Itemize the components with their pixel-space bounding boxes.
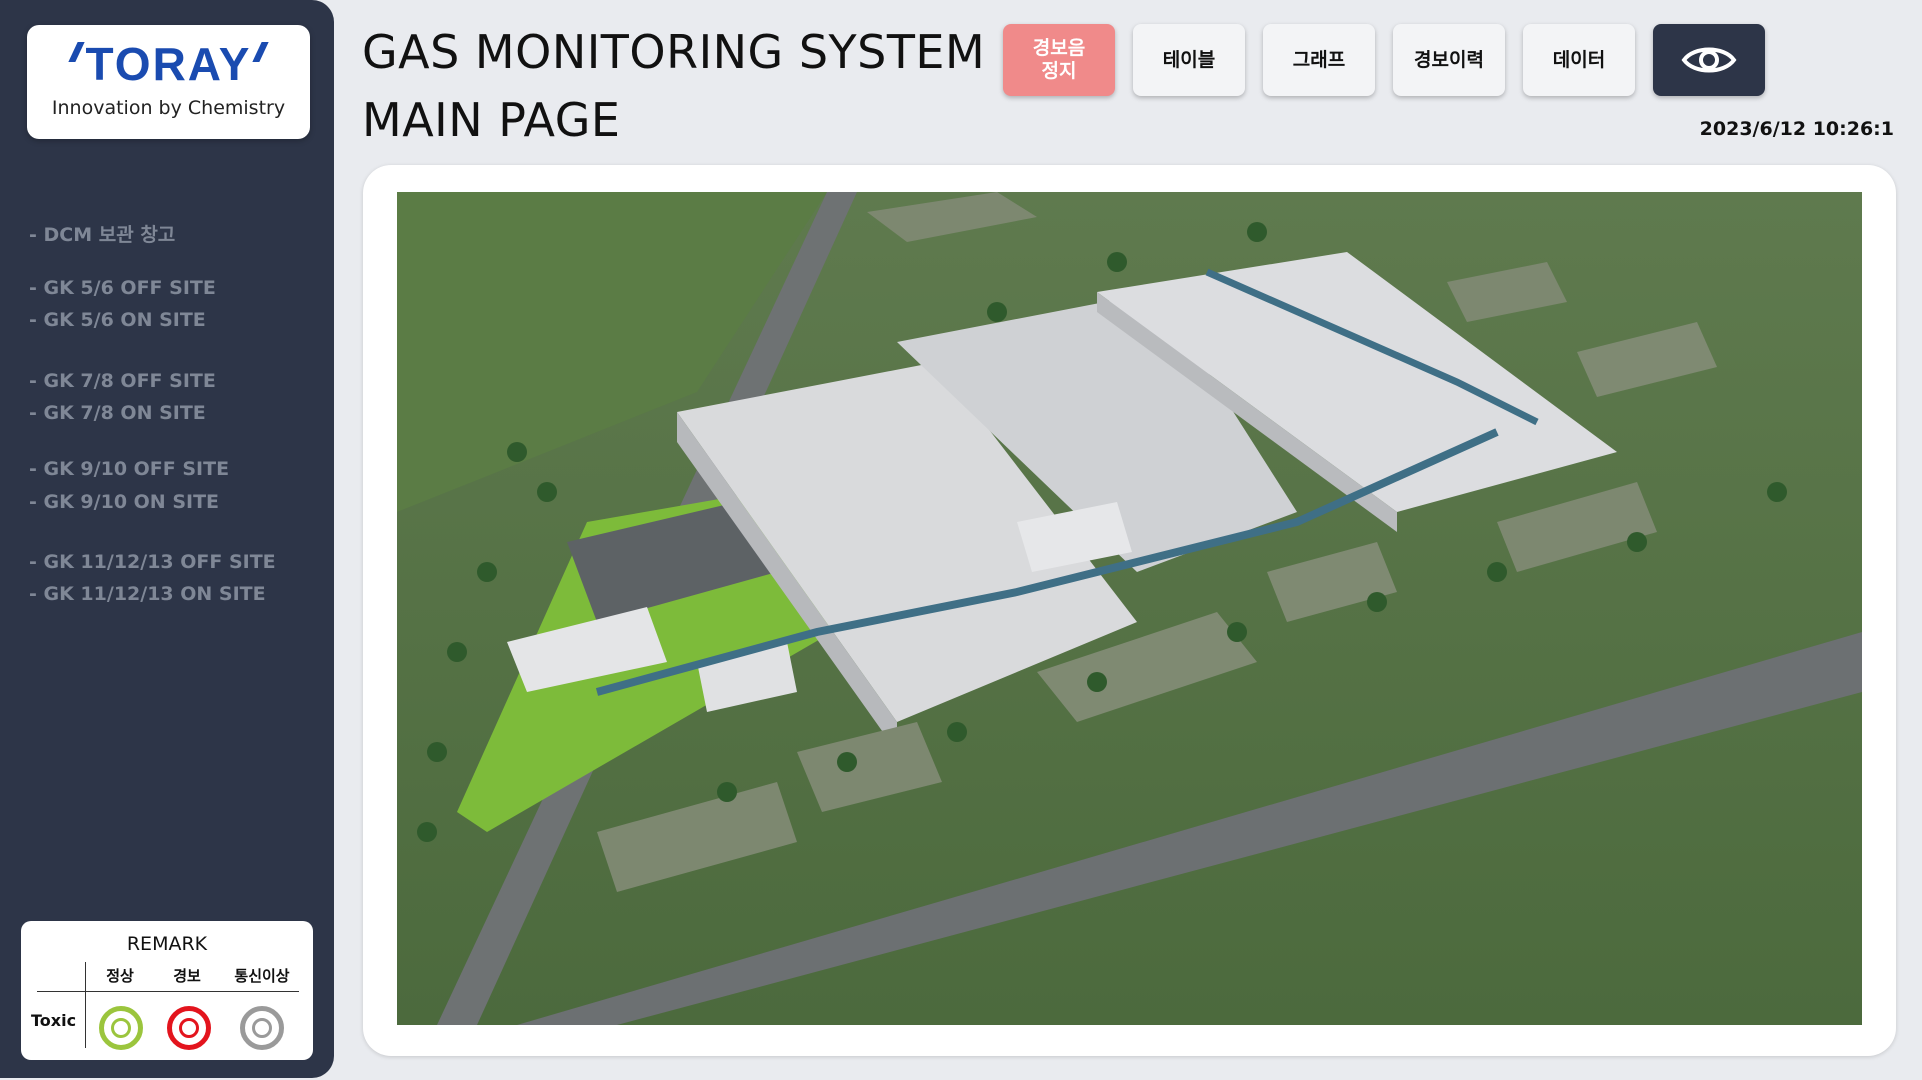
company-logo: TORAY Innovation by Chemistry [27,25,310,139]
sidebar-item-gk910-on-site[interactable]: - GK 9/10 ON SITE [29,491,219,513]
remark-legend: REMARK 정상 경보 통신이상 Toxic [21,921,313,1060]
alarm-sound-stop-button[interactable]: 경보음 정지 [1003,24,1115,96]
sidebar-item-gk78-on-site[interactable]: - GK 7/8 ON SITE [29,402,206,424]
graph-button[interactable]: 그래프 [1263,24,1375,96]
page-title: GAS MONITORING SYSTEM MAIN PAGE [362,18,985,154]
page-title-line1: GAS MONITORING SYSTEM [362,25,986,79]
sidebar-item-gk56-on-site[interactable]: - GK 5/6 ON SITE [29,309,206,331]
remark-title: REMARK [126,933,208,955]
data-button[interactable]: 데이터 [1523,24,1635,96]
status-normal-icon [99,1006,143,1050]
status-comm-error-icon [240,1006,284,1050]
sidebar-item-gk111213-off-site[interactable]: - GK 11/12/13 OFF SITE [29,551,276,573]
table-button[interactable]: 테이블 [1133,24,1245,96]
legend-col-alarm: 경보 [173,967,201,985]
sidebar-item-dcm-storage[interactable]: - DCM 보관 창고 [29,220,175,247]
sidebar: TORAY Innovation by Chemistry - DCM 보관 창… [0,0,334,1078]
sidebar-item-gk78-off-site[interactable]: - GK 7/8 OFF SITE [29,370,216,392]
logo-text: TORAY [85,38,252,90]
legend-divider [37,991,299,992]
legend-col-comm-error: 통신이상 [234,967,290,985]
legend-col-normal: 정상 [106,967,134,985]
eye-icon [1681,47,1737,73]
sidebar-item-gk111213-on-site[interactable]: - GK 11/12/13 ON SITE [29,583,266,605]
sidebar-item-gk910-off-site[interactable]: - GK 9/10 OFF SITE [29,458,229,480]
legend-row-toxic: Toxic [31,1011,77,1030]
page-title-line2: MAIN PAGE [362,93,621,147]
view-button[interactable] [1653,24,1765,96]
status-alarm-icon [167,1006,211,1050]
current-datetime: 2023/6/12 10:26:1 [1699,118,1894,140]
plant-aerial-image [397,192,1862,1025]
logo-tagline: Innovation by Chemistry [51,97,286,119]
alarm-history-button[interactable]: 경보이력 [1393,24,1505,96]
sidebar-item-gk56-off-site[interactable]: - GK 5/6 OFF SITE [29,277,216,299]
